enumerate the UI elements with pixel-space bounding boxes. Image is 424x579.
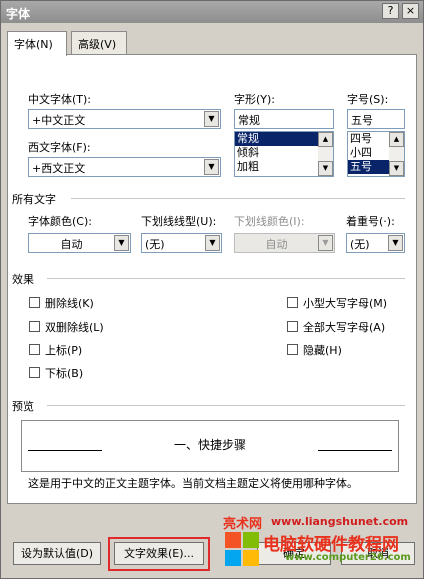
small-caps-label[interactable]: 小型大写字母(M) [303, 295, 387, 311]
scroll-up-icon[interactable]: ▲ [318, 132, 333, 147]
chevron-down-icon[interactable]: ▼ [204, 159, 219, 175]
strikethrough-checkbox[interactable] [29, 297, 40, 308]
font-dialog: 字体 ? × 字体(N) 高级(V) 中文字体(T): +中文正文 ▼ 西文字体… [0, 0, 424, 579]
watermark-url-2: www.computer26.com [285, 552, 411, 563]
font-size-input[interactable]: 五号 [347, 109, 405, 129]
logo-tile-green [243, 532, 259, 548]
superscript-checkbox[interactable] [29, 344, 40, 355]
preview-rule [318, 450, 392, 451]
scroll-down-icon[interactable]: ▼ [318, 161, 333, 176]
tab-advanced[interactable]: 高级(V) [71, 31, 127, 55]
underline-style-value: (无) [145, 238, 165, 251]
font-style-label: 字形(Y): [234, 93, 276, 106]
chevron-down-icon[interactable]: ▼ [388, 235, 403, 251]
east-asian-font-combo[interactable]: +中文正文 ▼ [28, 109, 221, 129]
logo-tile-yellow [243, 550, 259, 566]
watermark-url-1: www.liangshunet.com [271, 515, 409, 528]
east-asian-font-value: +中文正文 [32, 114, 86, 127]
superscript-label[interactable]: 上标(P) [45, 342, 82, 358]
underline-color-combo: 自动 ▼ [234, 233, 335, 253]
east-asian-font-label: 中文字体(T): [28, 93, 92, 106]
set-default-button[interactable]: 设为默认值(D) [13, 542, 101, 565]
subscript-label[interactable]: 下标(B) [45, 365, 83, 381]
font-style-list[interactable]: 常规 倾斜 加粗 ▲ ▼ [234, 131, 334, 177]
preview-note: 这是用于中文的正文主题字体。当前文档主题定义将使用哪种字体。 [28, 477, 358, 490]
strikethrough-label[interactable]: 删除线(K) [45, 295, 94, 311]
close-button[interactable]: × [402, 3, 419, 19]
title-bar[interactable]: 字体 ? × [1, 1, 423, 23]
logo-tile-blue [225, 550, 241, 566]
subscript-checkbox[interactable] [29, 367, 40, 378]
dialog-title: 字体 [6, 7, 31, 21]
font-color-combo[interactable]: 自动 ▼ [28, 233, 131, 253]
scrollbar[interactable]: ▲ ▼ [318, 132, 333, 176]
underline-style-combo[interactable]: (无) ▼ [141, 233, 222, 253]
latin-font-combo[interactable]: +西文正文 ▼ [28, 157, 221, 177]
chevron-down-icon[interactable]: ▼ [114, 235, 129, 251]
all-caps-checkbox[interactable] [287, 321, 298, 332]
all-text-section-title: 所有文字 [12, 193, 56, 206]
font-size-label: 字号(S): [347, 93, 389, 106]
all-caps-label[interactable]: 全部大写字母(A) [303, 319, 385, 335]
scroll-down-icon[interactable]: ▼ [389, 161, 404, 176]
emphasis-mark-value: (无) [350, 238, 370, 251]
font-style-input[interactable]: 常规 [234, 109, 334, 129]
logo-tile-red [225, 532, 241, 548]
double-strikethrough-label[interactable]: 双删除线(L) [45, 319, 104, 335]
preview-box: 一、快捷步骤 [21, 420, 399, 472]
divider [47, 405, 405, 406]
latin-font-label: 西文字体(F): [28, 141, 91, 154]
divider [71, 198, 405, 199]
underline-style-label: 下划线线型(U): [141, 215, 217, 228]
preview-section-title: 预览 [12, 400, 34, 413]
latin-font-value: +西文正文 [32, 162, 86, 175]
font-style-value: 常规 [238, 114, 260, 127]
scroll-up-icon[interactable]: ▲ [389, 132, 404, 147]
font-color-value: 自动 [60, 238, 83, 251]
emphasis-mark-label: 着重号(·): [346, 215, 395, 228]
chevron-down-icon[interactable]: ▼ [204, 111, 219, 127]
effects-section-title: 效果 [12, 273, 34, 286]
chevron-down-icon: ▼ [318, 235, 333, 251]
help-button[interactable]: ? [382, 3, 399, 19]
hidden-label[interactable]: 隐藏(H) [303, 342, 342, 358]
underline-color-label: 下划线颜色(I): [234, 215, 305, 228]
highlight-callout [108, 537, 210, 571]
emphasis-mark-combo[interactable]: (无) ▼ [346, 233, 405, 253]
scrollbar[interactable]: ▲ ▼ [389, 132, 404, 176]
underline-color-value: 自动 [265, 238, 288, 251]
divider [47, 278, 405, 279]
small-caps-checkbox[interactable] [287, 297, 298, 308]
windows-logo-icon [225, 532, 259, 566]
font-color-label: 字体颜色(C): [28, 215, 92, 228]
hidden-checkbox[interactable] [287, 344, 298, 355]
font-size-list[interactable]: 四号 小四 五号 ▲ ▼ [347, 131, 405, 177]
font-size-value: 五号 [351, 114, 373, 127]
tab-font[interactable]: 字体(N) [7, 31, 67, 56]
double-strikethrough-checkbox[interactable] [29, 321, 40, 332]
chevron-down-icon[interactable]: ▼ [205, 235, 220, 251]
